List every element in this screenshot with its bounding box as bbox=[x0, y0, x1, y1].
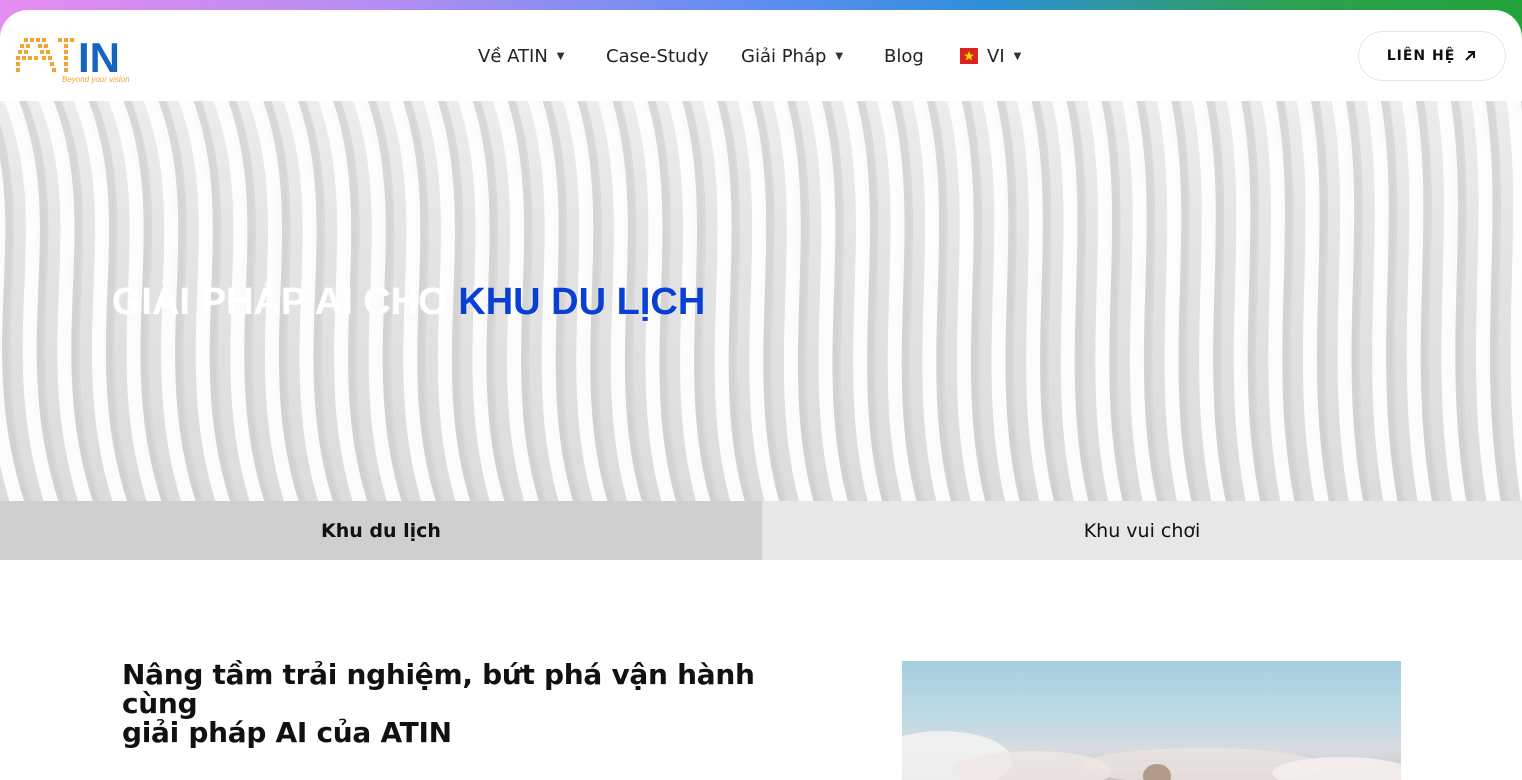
arrow-up-right-icon bbox=[1465, 51, 1476, 61]
language-selector[interactable]: VI ▼ bbox=[960, 44, 1021, 68]
nav-item-label: Về ATIN bbox=[478, 45, 548, 67]
hero-banner: GIẢI PHÁP AI CHO KHU DU LỊCH bbox=[0, 101, 1522, 501]
hero-title: GIẢI PHÁP AI CHO KHU DU LỊCH bbox=[112, 281, 705, 324]
hero-title-prefix: GIẢI PHÁP AI CHO bbox=[112, 281, 459, 323]
hero-title-accent: KHU DU LỊCH bbox=[458, 281, 706, 323]
tab-khu-vui-choi[interactable]: Khu vui chơi bbox=[762, 501, 1522, 560]
nav-item-ve-atin[interactable]: Về ATIN ▼ bbox=[478, 44, 565, 68]
contact-button[interactable]: LIÊN HỆ bbox=[1358, 31, 1506, 81]
nav-item-giai-phap[interactable]: Giải Pháp ▼ bbox=[741, 44, 843, 68]
section-heading: Nâng tầm trải nghiệm, bứt phá vận hành c… bbox=[122, 660, 822, 747]
vietnam-flag-icon bbox=[960, 48, 978, 64]
svg-text:Beyond your vision: Beyond your vision bbox=[62, 75, 130, 84]
main-nav: Về ATIN ▼ Case-Study Giải Pháp ▼ Blog VI… bbox=[0, 44, 1522, 68]
nav-item-case-study[interactable]: Case-Study bbox=[606, 44, 709, 68]
nav-item-label: Giải Pháp bbox=[741, 45, 827, 67]
category-tabs: Khu du lịch Khu vui chơi bbox=[0, 501, 1522, 560]
site-header: IN Beyond your vision Về ATIN ▼ Case-Stu… bbox=[0, 10, 1522, 101]
section-image bbox=[902, 661, 1401, 780]
caret-down-icon: ▼ bbox=[556, 50, 565, 62]
tab-khu-du-lich[interactable]: Khu du lịch bbox=[0, 501, 762, 560]
contact-button-label: LIÊN HỆ bbox=[1386, 48, 1456, 64]
nav-item-label: Case-Study bbox=[606, 45, 709, 67]
language-label: VI bbox=[987, 45, 1005, 67]
nav-item-label: Blog bbox=[884, 45, 924, 67]
section-heading-line2: giải pháp AI của ATIN bbox=[122, 716, 452, 749]
caret-down-icon: ▼ bbox=[1013, 50, 1022, 62]
nav-item-blog[interactable]: Blog bbox=[884, 44, 924, 68]
section-heading-line1: Nâng tầm trải nghiệm, bứt phá vận hành c… bbox=[122, 658, 755, 720]
caret-down-icon: ▼ bbox=[835, 50, 844, 62]
